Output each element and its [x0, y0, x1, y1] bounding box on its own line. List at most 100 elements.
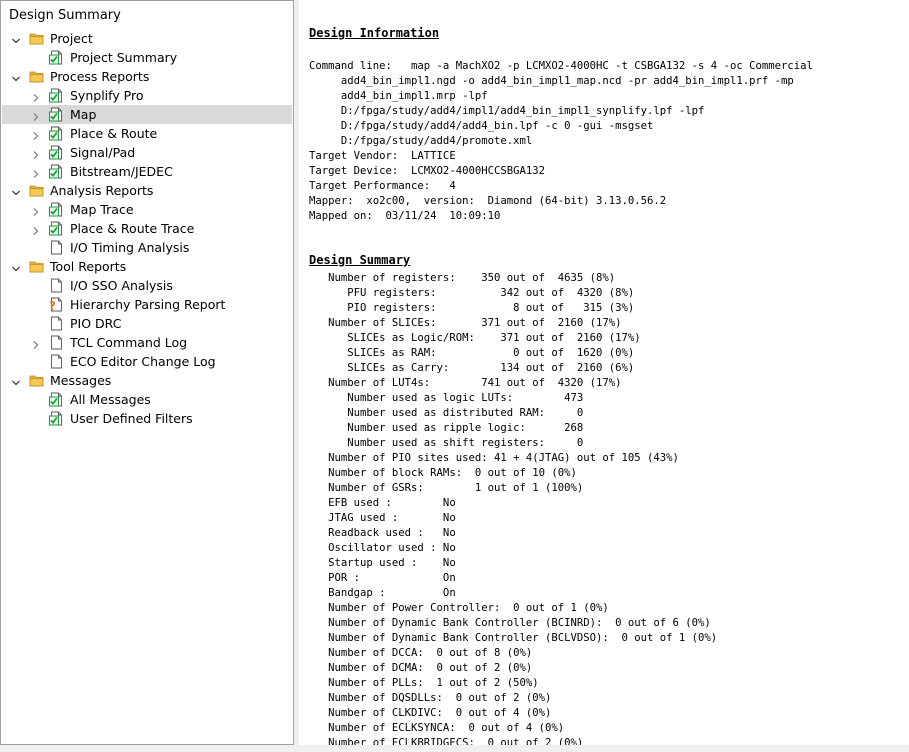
- tree-item-messages[interactable]: Messages: [2, 371, 292, 390]
- design-summary-panel: Design Summary Project Project Summary Pro…: [0, 0, 294, 745]
- report-line: Number of Dynamic Bank Controller (BCLVD…: [309, 632, 718, 644]
- report-line: JTAG used : No: [309, 512, 456, 524]
- tree-item-label: I/O SSO Analysis: [70, 278, 173, 293]
- report-line: Number of LUT4s: 741 out of 4320 (17%): [309, 377, 622, 389]
- tree-item-label: Project: [50, 31, 93, 46]
- report-line: SLICEs as Logic/ROM: 371 out of 2160 (17…: [309, 332, 641, 344]
- report-line: Number of ECLKBRIDGECS: 0 out of 2 (0%): [309, 737, 584, 745]
- report-line: Number of ECLKSYNCA: 0 out of 4 (0%): [309, 722, 565, 734]
- folder-icon: [29, 31, 44, 46]
- chevron-right-icon[interactable]: [30, 146, 42, 159]
- report-line: Number used as distributed RAM: 0: [309, 407, 584, 419]
- tree-item-tcl-command-log[interactable]: TCL Command Log: [2, 333, 292, 352]
- report-line: EFB used : No: [309, 497, 456, 509]
- report-line: Number of DCCA: 0 out of 8 (0%): [309, 647, 533, 659]
- chevron-right-icon[interactable]: [30, 165, 42, 178]
- report-line: Number used as shift registers: 0: [309, 437, 584, 449]
- tree-item-signal-pad[interactable]: Signal/Pad: [2, 143, 292, 162]
- blank-report-icon: [49, 335, 64, 350]
- tree-item-hierarchy-parsing-report[interactable]: ? Hierarchy Parsing Report: [2, 295, 292, 314]
- chevron-down-icon[interactable]: [10, 260, 22, 272]
- report-line: [309, 44, 813, 59]
- tree-item-label: All Messages: [70, 392, 151, 407]
- design-summary-heading: Design Summary: [309, 253, 411, 267]
- chevron-right-icon[interactable]: [30, 336, 42, 349]
- report-line: Number of PLLs: 1 out of 2 (50%): [309, 677, 539, 689]
- tree-item-synplify-pro[interactable]: Synplify Pro: [2, 86, 292, 105]
- chevron-right-icon[interactable]: [30, 108, 42, 121]
- report-line: Bandgap : On: [309, 587, 456, 599]
- tree-item-project-summary[interactable]: Project Summary: [2, 48, 292, 67]
- tree-item-i-o-timing-analysis[interactable]: I/O Timing Analysis: [2, 238, 292, 257]
- report-line: PIO registers: 8 out of 315 (3%): [309, 302, 635, 314]
- checked-report-icon: [49, 126, 64, 141]
- design-summary-text: Number of registers: 350 out of 4635 (8%…: [309, 271, 717, 745]
- blank-report-icon: [49, 316, 64, 331]
- report-line: Mapper: xo2c00, version: Diamond (64-bit…: [309, 195, 667, 207]
- chevron-right-icon[interactable]: [30, 89, 42, 102]
- design-information-text: Command line: map -a MachXO2 -p LCMXO2-4…: [309, 44, 813, 224]
- chevron-right-icon[interactable]: [30, 203, 42, 216]
- tree-item-label: Bitstream/JEDEC: [70, 164, 173, 179]
- tree-item-label: Hierarchy Parsing Report: [70, 297, 226, 312]
- report-line: D:/fpga/study/add4/add4_bin.lpf -c 0 -gu…: [309, 120, 654, 132]
- tree-item-label: User Defined Filters: [70, 411, 193, 426]
- report-line: D:/fpga/study/add4/promote.xml: [309, 135, 533, 147]
- report-line: Command line: map -a MachXO2 -p LCMXO2-4…: [309, 60, 813, 72]
- tree-item-label: PIO DRC: [70, 316, 122, 331]
- report-line: Readback used : No: [309, 527, 456, 539]
- report-line: Number of Dynamic Bank Controller (BCINR…: [309, 617, 711, 629]
- chevron-down-icon[interactable]: [10, 184, 22, 196]
- checked-report-icon: [49, 145, 64, 160]
- tree-item-label: Analysis Reports: [50, 183, 154, 198]
- folder-icon: [29, 183, 44, 198]
- tree-item-project[interactable]: Project: [2, 29, 292, 48]
- tree-item-map[interactable]: Map: [2, 105, 292, 124]
- report-line: Number of DCMA: 0 out of 2 (0%): [309, 662, 533, 674]
- report-viewer[interactable]: Design Information Command line: map -a …: [299, 0, 909, 745]
- chevron-down-icon[interactable]: [10, 32, 22, 44]
- bottom-strip: [0, 745, 909, 752]
- report-line: Number of Power Controller: 0 out of 1 (…: [309, 602, 609, 614]
- tree-item-tool-reports[interactable]: Tool Reports: [2, 257, 292, 276]
- tree-item-map-trace[interactable]: Map Trace: [2, 200, 292, 219]
- report-line: POR : On: [309, 572, 456, 584]
- report-line: Number of GSRs: 1 out of 1 (100%): [309, 482, 584, 494]
- report-line: Target Device: LCMXO2-4000HCCSBGA132: [309, 165, 545, 177]
- tree-item-label: ECO Editor Change Log: [70, 354, 216, 369]
- report-line: SLICEs as Carry: 134 out of 2160 (6%): [309, 362, 635, 374]
- tree-item-eco-editor-change-log[interactable]: ECO Editor Change Log: [2, 352, 292, 371]
- design-information-heading: Design Information: [309, 26, 440, 40]
- report-line: Number of SLICEs: 371 out of 2160 (17%): [309, 317, 622, 329]
- tree-item-label: Project Summary: [70, 50, 178, 65]
- tree-item-place-route-trace[interactable]: Place & Route Trace: [2, 219, 292, 238]
- tree-item-label: Signal/Pad: [70, 145, 136, 160]
- tree-item-all-messages[interactable]: All Messages: [2, 390, 292, 409]
- tree-item-label: Synplify Pro: [70, 88, 144, 103]
- tree-item-label: I/O Timing Analysis: [70, 240, 190, 255]
- tree-item-user-defined-filters[interactable]: User Defined Filters: [2, 409, 292, 428]
- tree-item-i-o-sso-analysis[interactable]: I/O SSO Analysis: [2, 276, 292, 295]
- tree-item-place-route[interactable]: Place & Route: [2, 124, 292, 143]
- tree-item-analysis-reports[interactable]: Analysis Reports: [2, 181, 292, 200]
- report-line: PFU registers: 342 out of 4320 (8%): [309, 287, 635, 299]
- chevron-down-icon[interactable]: [10, 374, 22, 386]
- chevron-right-icon[interactable]: [30, 127, 42, 140]
- tree-item-label: TCL Command Log: [70, 335, 188, 350]
- report-line: Oscillator used : No: [309, 542, 456, 554]
- checked-report-icon: [49, 392, 64, 407]
- panel-title: Design Summary: [9, 8, 121, 23]
- report-line: add4_bin_impl1.mrp -lpf: [309, 90, 488, 102]
- checked-report-icon: [49, 164, 64, 179]
- tree-item-process-reports[interactable]: Process Reports: [2, 67, 292, 86]
- chevron-right-icon[interactable]: [30, 222, 42, 235]
- blank-report-icon: [49, 240, 64, 255]
- report-line: Number of block RAMs: 0 out of 10 (0%): [309, 467, 577, 479]
- report-line: Number of registers: 350 out of 4635 (8%…: [309, 272, 616, 284]
- tree-item-pio-drc[interactable]: PIO DRC: [2, 314, 292, 333]
- report-line: SLICEs as RAM: 0 out of 1620 (0%): [309, 347, 635, 359]
- blank-report-icon: [49, 354, 64, 369]
- tree-item-label: Place & Route: [70, 126, 158, 141]
- tree-item-bitstream-jedec[interactable]: Bitstream/JEDEC: [2, 162, 292, 181]
- chevron-down-icon[interactable]: [10, 70, 22, 82]
